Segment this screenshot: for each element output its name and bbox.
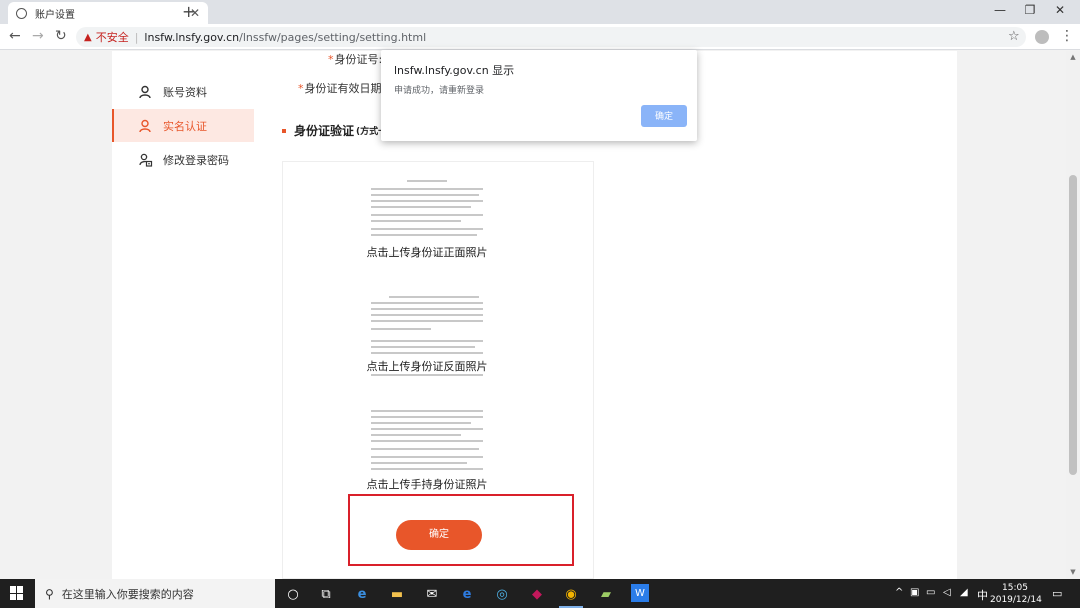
confirm-button[interactable]: 确定 [396,520,482,550]
chrome-icon[interactable]: ◉ [561,584,581,604]
url-separator: | [134,30,139,44]
sidebar-item-label: 账号资料 [163,85,207,99]
tray-chevron-icon[interactable]: ^ [895,587,903,598]
section-marker [282,128,286,133]
upload-back-button[interactable]: 点击上传身份证反面照片 [347,290,507,386]
clock-time: 15:05 [1002,583,1028,593]
new-tab-button[interactable]: + [182,2,195,21]
file-explorer-icon[interactable]: ▬ [387,584,407,604]
mail-icon[interactable]: ✉ [422,584,442,604]
search-placeholder: 在这里输入你要搜索的内容 [61,587,194,601]
maximize-button[interactable]: ❐ [1020,3,1040,17]
browser-tab-bar: 账户设置 ✕ + — ❐ ✕ [0,0,1080,24]
required-mark: * [328,53,334,66]
app-media-icon[interactable]: ◆ [527,584,547,604]
sidebar-item-label: 实名认证 [163,119,207,133]
upload-label: 点击上传手持身份证照片 [347,476,507,492]
back-icon[interactable]: ← [9,28,21,44]
upload-front-button[interactable]: 点击上传身份证正面照片 [347,174,507,270]
scroll-up-icon[interactable]: ▲ [1066,53,1080,61]
user-verify-icon [139,119,153,133]
clock-date: 2019/12/14 [990,595,1042,605]
window-close-button[interactable]: ✕ [1050,3,1070,17]
sidebar-item-label: 修改登录密码 [163,153,229,167]
sidebar-item-account[interactable]: 账号资料 [112,75,254,108]
browser-tab[interactable]: 账户设置 ✕ [8,2,208,24]
system-clock[interactable]: 15:05 2019/12/14 [990,582,1042,606]
wps-icon[interactable]: W [631,584,649,602]
notes-app-icon[interactable]: ▰ [596,584,616,604]
windows-start-icon[interactable] [10,586,24,600]
tray-app-icon[interactable]: ▣ [910,587,919,598]
insecure-label: 不安全 [95,31,129,44]
page-scrollbar[interactable]: ▲ ▼ [1066,51,1080,579]
edge-icon[interactable]: e [352,584,372,604]
ie-icon[interactable]: e [457,584,477,604]
upload-label: 点击上传身份证正面照片 [347,244,507,260]
globe-icon [16,7,27,19]
lock-icon [139,153,153,167]
scroll-down-icon[interactable]: ▼ [1066,568,1080,576]
dialog-title: lnsfw.lnsfy.gov.cn 显示 [394,64,515,77]
url-host: lnsfw.lnsfy.gov.cn [144,30,240,44]
url-path: /lnssfw/pages/setting/setting.html [239,30,427,44]
reload-icon[interactable]: ↻ [55,28,67,44]
id-expiry-label: 身份证有效日期: [304,82,386,95]
section-title: 身份证验证 (方式一 [282,122,387,139]
user-icon [139,85,153,99]
browser-menu-icon[interactable]: ⋮ [1060,28,1074,44]
ime-indicator[interactable]: 中 [977,587,988,603]
upload-label: 点击上传身份证反面照片 [347,358,507,374]
dialog-ok-button[interactable]: 确定 [641,105,687,127]
cortana-icon[interactable]: ○ [283,584,303,604]
required-mark: * [298,82,304,95]
warning-icon: ▲ [84,31,92,43]
id-expiry-row: *身份证有效日期: [298,80,385,96]
url-field[interactable]: ▲ 不安全 | lnsfw.lnsfy.gov.cn /lnssfw/pages… [76,27,1026,47]
highlight-annotation: 确定 [348,494,574,566]
sidebar-item-password[interactable]: 修改登录密码 [112,143,254,176]
upload-handheld-button[interactable]: 点击上传手持身份证照片 [347,404,507,500]
tab-title: 账户设置 [35,9,75,21]
address-bar-row: ← → ↻ ▲ 不安全 | lnsfw.lnsfy.gov.cn /lnssfw… [0,24,1080,50]
sidebar-item-verification[interactable]: 实名认证 [112,109,254,142]
alert-dialog: lnsfw.lnsfy.gov.cn 显示 申请成功，请重新登录 确定 [381,50,697,141]
forward-icon[interactable]: → [32,28,44,44]
task-view-icon[interactable]: ⧉ [316,584,336,604]
battery-icon[interactable]: ▭ [926,587,935,598]
network-icon[interactable]: ◢ [960,587,968,598]
app-q-icon[interactable]: ◎ [492,584,512,604]
id-number-row: *身份证号: [328,51,382,67]
dialog-message: 申请成功，请重新登录 [394,86,485,96]
taskbar-search-input[interactable]: ⚲ 在这里输入你要搜索的内容 [35,579,275,608]
section-title-text: 身份证验证 [294,124,355,138]
bookmark-star-icon[interactable]: ☆ [1008,29,1020,44]
scrollbar-thumb[interactable] [1069,175,1077,475]
notification-icon[interactable]: ▭ [1052,587,1062,600]
minimize-button[interactable]: — [990,3,1010,17]
volume-icon[interactable]: ◁ [943,587,951,598]
sidebar: 账号资料 实名认证 修改登录密码 [112,51,254,579]
profile-avatar-icon[interactable] [1035,30,1049,44]
taskbar: ⚲ 在这里输入你要搜索的内容 ○ ⧉ e ▬ ✉ e ◎ ◆ ◉ ▰ W ^ ▣… [0,579,1080,608]
id-number-label: 身份证号: [334,53,383,66]
search-icon: ⚲ [45,586,54,601]
